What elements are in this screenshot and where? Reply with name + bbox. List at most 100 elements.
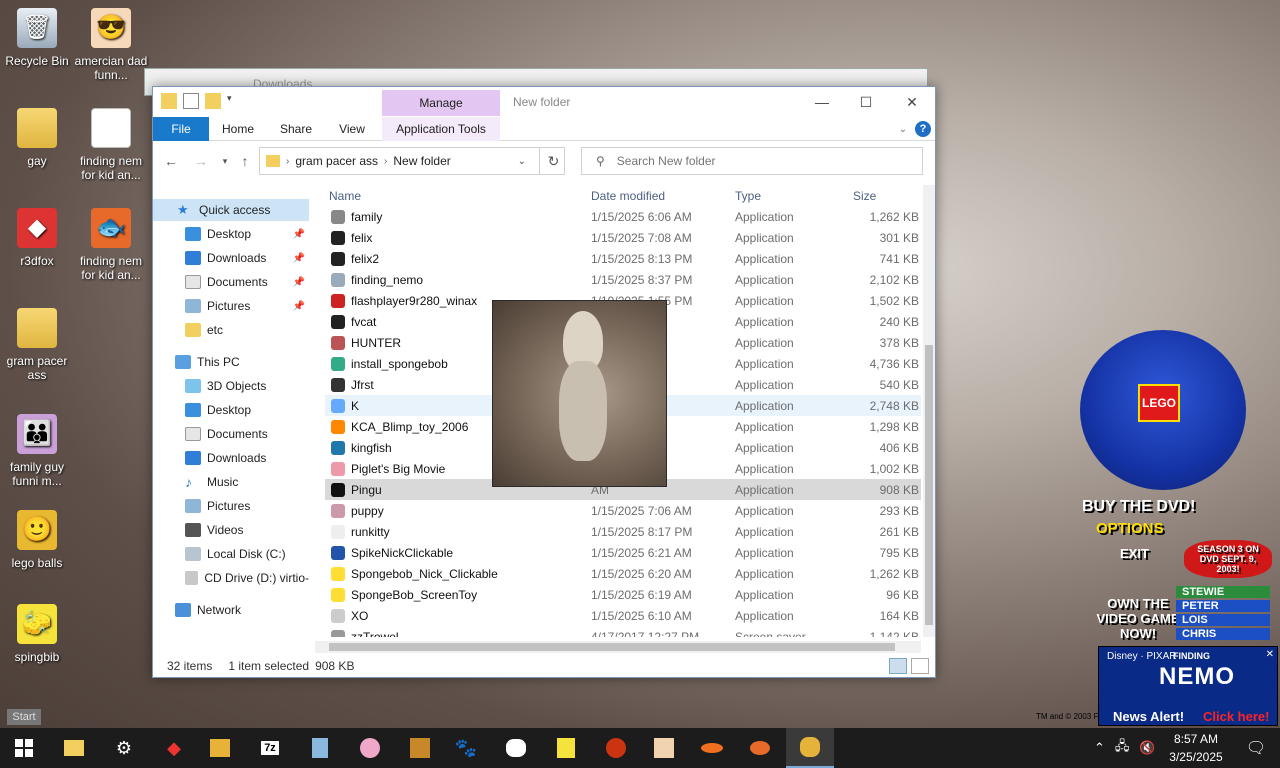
desktop-icon-recycle-bin[interactable]: 🗑 Recycle Bin [0, 8, 74, 68]
maximize-button[interactable]: ☐ [843, 87, 889, 117]
back-arrow-icon[interactable]: ← [161, 151, 181, 171]
start-label[interactable]: Start [7, 709, 41, 725]
refresh-icon[interactable]: ↻ [539, 147, 567, 175]
desktop-icon-lego-balls[interactable]: 🙂 lego balls [0, 510, 74, 570]
nav-item-desktop-pc[interactable]: Desktop [153, 399, 309, 421]
taskbar-lego[interactable] [396, 728, 444, 768]
tab-file[interactable]: File [153, 117, 209, 141]
pin-icon[interactable]: 📌 [293, 253, 305, 264]
desktop-icon-spingbib[interactable]: 🧽 spingbib [0, 604, 74, 664]
breadcrumb-segment[interactable]: gram pacer ass [295, 154, 378, 168]
desktop-icon-finding-nemo-2[interactable]: 🐟 finding nem for kid an... [74, 208, 148, 282]
nav-item-desktop[interactable]: Desktop 📌 [153, 223, 309, 245]
address-bar[interactable]: › gram pacer ass › New folder ⌄ [259, 147, 565, 175]
pin-icon[interactable]: 📌 [293, 277, 305, 288]
file-row[interactable]: runkitty 1/15/2025 8:17 PM Application 261 … [325, 521, 921, 542]
search-input[interactable] [616, 154, 897, 168]
nav-item-documents-pc[interactable]: Documents [153, 423, 309, 445]
desktop-icon-finding-nemo-1[interactable]: finding nem for kid an... [74, 108, 148, 182]
minimize-button[interactable]: — [799, 87, 845, 117]
file-row[interactable]: puppy 1/15/2025 7:06 AM Application 293 KB [325, 500, 921, 521]
title-bar[interactable]: ▾ Manage New folder — ☐ ✕ [153, 87, 935, 117]
large-icons-view-icon[interactable] [911, 658, 929, 674]
tab-application-tools[interactable]: Application Tools [382, 117, 500, 141]
file-row[interactable]: zzTrowel 4/17/2017 12:27 PM Screen saver 1,… [325, 626, 921, 637]
desktop-icon-gay[interactable]: gay [0, 108, 74, 168]
search-box[interactable]: ⚲ [581, 147, 923, 175]
tab-share[interactable]: Share [273, 117, 319, 141]
taskbar-notepad[interactable] [296, 728, 344, 768]
nav-item-quick-access[interactable]: ★ Quick access [153, 199, 309, 221]
properties-icon[interactable] [183, 93, 199, 109]
nav-item-pictures-pc[interactable]: Pictures [153, 495, 309, 517]
scrollbar-thumb[interactable] [329, 643, 895, 651]
chevron-right-icon[interactable]: › [286, 156, 289, 167]
vertical-scrollbar[interactable] [923, 185, 935, 637]
click-here-link[interactable]: Click here! [1203, 709, 1269, 724]
desktop-icon-gram-pacer-ass[interactable]: gram pacer ass [0, 308, 74, 382]
taskbar-piglet[interactable] [346, 728, 394, 768]
taskbar-american-dad[interactable] [640, 728, 688, 768]
forward-arrow-icon[interactable]: → [191, 151, 211, 171]
horizontal-scrollbar[interactable] [315, 641, 921, 653]
taskbar-media-player[interactable] [196, 728, 244, 768]
pin-icon[interactable]: 📌 [293, 229, 305, 240]
scrollbar-thumb[interactable] [925, 345, 933, 625]
nav-item-downloads-pc[interactable]: Downloads [153, 447, 309, 469]
recent-locations-chevron-icon[interactable]: ▾ [215, 151, 235, 171]
desktop-icon-family-guy[interactable]: 👪 family guy funni m... [0, 414, 74, 488]
nav-item-videos[interactable]: Videos [153, 519, 309, 541]
file-row[interactable]: SpongeBob_ScreenToy 1/15/2025 6:19 AM Appl… [325, 584, 921, 605]
taskbar-paw[interactable]: 🐾 [442, 728, 490, 768]
close-button[interactable]: ✕ [889, 87, 935, 117]
column-header-size[interactable]: Size [853, 187, 876, 205]
column-header-type[interactable]: Type [735, 187, 761, 205]
pin-icon[interactable]: 📌 [293, 301, 305, 312]
file-row[interactable]: finding_nemo 1/15/2025 8:37 PM Application… [325, 269, 921, 290]
start-button[interactable] [0, 728, 48, 768]
file-row[interactable]: SpikeNickClickable 1/15/2025 6:21 AM Appli… [325, 542, 921, 563]
nav-item-cd-drive[interactable]: CD Drive (D:) virtio- [153, 567, 309, 589]
taskbar-settings[interactable]: ⚙ [100, 728, 148, 768]
taskbar-hello-kitty[interactable] [492, 728, 540, 768]
tab-manage[interactable]: Manage [382, 90, 500, 116]
nav-item-etc[interactable]: etc [153, 319, 309, 341]
tab-home[interactable]: Home [215, 117, 261, 141]
notification-center-button[interactable]: 🗨 [1232, 728, 1280, 768]
taskbar-file-explorer[interactable] [50, 728, 98, 768]
taskbar-red-app[interactable] [592, 728, 640, 768]
nav-item-downloads[interactable]: Downloads 📌 [153, 247, 309, 269]
nav-item-music[interactable]: ♪ Music [153, 471, 309, 493]
nav-item-documents[interactable]: Documents 📌 [153, 271, 309, 293]
chevron-right-icon[interactable]: › [384, 156, 387, 167]
taskbar-7zip[interactable]: 7z [246, 728, 294, 768]
column-header-name[interactable]: Name [329, 187, 361, 205]
file-row[interactable]: felix2 1/15/2025 8:13 PM Application 741 KB [325, 248, 921, 269]
clock[interactable]: 8:57 AM 3/25/2025 [1160, 730, 1232, 766]
nav-item-this-pc[interactable]: This PC [153, 351, 309, 373]
chevron-down-icon[interactable]: ▾ [227, 93, 237, 109]
column-header-date-modified[interactable]: Date modified [591, 187, 665, 205]
new-folder-icon[interactable] [205, 93, 221, 109]
chevron-up-icon[interactable]: ⌃ [1094, 740, 1105, 756]
address-dropdown-icon[interactable]: ⌄ [518, 156, 526, 167]
file-row[interactable]: felix 1/15/2025 7:08 AM Application 301 KB [325, 227, 921, 248]
file-row[interactable]: XO 1/15/2025 6:10 AM Application 164 KB [325, 605, 921, 626]
taskbar-blimp[interactable] [688, 728, 736, 768]
close-icon[interactable]: ✕ [1266, 649, 1274, 660]
nav-item-pictures[interactable]: Pictures 📌 [153, 295, 309, 317]
desktop-icon-american-dad[interactable]: 😎 amercian dad funn... [74, 8, 148, 82]
volume-muted-icon[interactable]: 🔇 [1139, 740, 1155, 756]
nav-item-3d-objects[interactable]: 3D Objects [153, 375, 309, 397]
nav-item-local-disk[interactable]: Local Disk (C:) [153, 543, 309, 565]
taskbar-nemo[interactable] [736, 728, 784, 768]
taskbar-puppy[interactable] [786, 728, 834, 768]
file-row[interactable]: Spongebob_Nick_Clickable 1/15/2025 6:20 A… [325, 563, 921, 584]
up-arrow-icon[interactable]: ↑ [235, 151, 255, 171]
help-icon[interactable]: ? [915, 121, 931, 137]
nav-item-network[interactable]: Network [153, 599, 309, 621]
desktop-icon-r3dfox[interactable]: ◆ r3dfox [0, 208, 74, 268]
taskbar-spongebob[interactable] [542, 728, 590, 768]
breadcrumb-segment[interactable]: New folder [393, 154, 450, 168]
details-view-icon[interactable] [889, 658, 907, 674]
